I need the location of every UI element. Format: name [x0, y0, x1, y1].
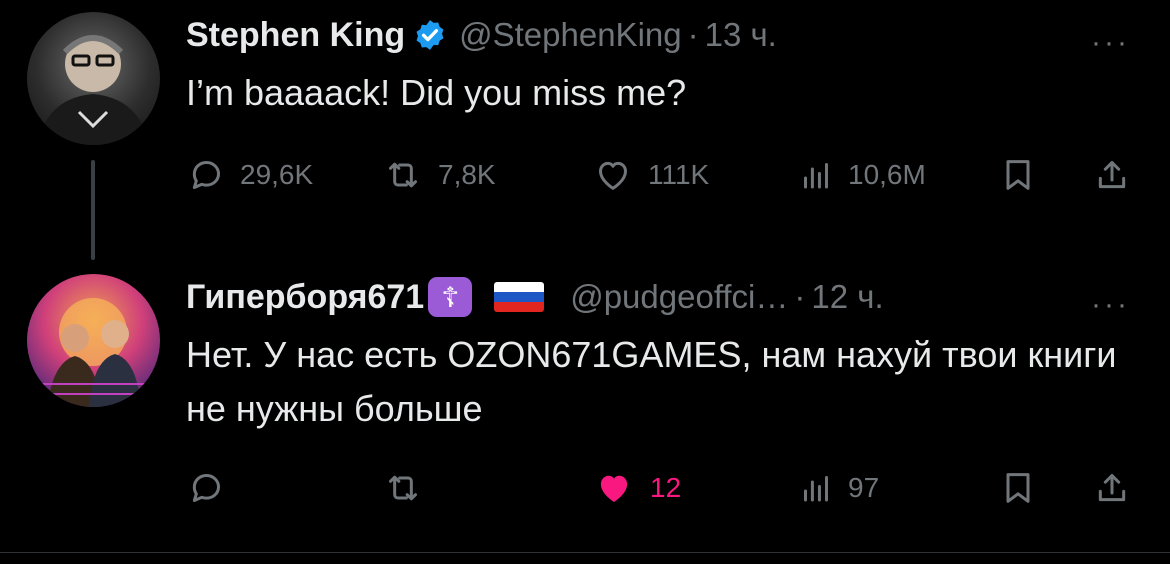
more-options-icon[interactable]: ··· [1091, 26, 1130, 60]
views-button[interactable]: 97 [798, 463, 879, 513]
avatar[interactable] [27, 274, 160, 407]
like-button[interactable]: 12 [592, 463, 681, 513]
views-count: 10,6M [848, 159, 926, 190]
repost-button[interactable]: 7,8K [382, 150, 496, 200]
tweet-time[interactable]: 13 ч. [705, 16, 777, 54]
separator-dot: · [794, 278, 806, 315]
thread-line [91, 160, 95, 260]
share-button[interactable] [1092, 150, 1132, 200]
author-handle[interactable]: @pudgeoffci… [570, 278, 788, 316]
separator-dot: · [687, 16, 699, 53]
repost-icon [389, 475, 417, 501]
author-name[interactable]: Гиперборя671 [186, 278, 424, 317]
reply-count: 29,6K [240, 159, 314, 190]
tweet-text: I’m baaaack! Did you miss me? [186, 72, 687, 113]
tweet-time[interactable]: 12 ч. [811, 278, 883, 316]
action-bar: 29,6K 7,8K 111K 10,6M [186, 150, 1146, 200]
views-icon [804, 163, 828, 189]
divider [0, 552, 1170, 553]
bookmark-button[interactable] [998, 150, 1038, 200]
bookmark-icon [1006, 160, 1030, 190]
tweet-stephen-king[interactable]: Stephen King @StephenKing · 13 ч. ··· I’… [0, 0, 1170, 260]
reply-icon [192, 161, 220, 189]
avatar-photo [27, 298, 160, 407]
action-bar: 12 97 [186, 463, 1146, 513]
tweet-reply[interactable]: Гиперборя671 ☦ @pudgeoffci… · 12 ч. ··· … [0, 262, 1170, 552]
like-icon [600, 475, 628, 502]
like-count: 111K [648, 159, 710, 190]
like-button[interactable]: 111K [592, 150, 709, 200]
bookmark-button[interactable] [998, 463, 1038, 513]
repost-count: 7,8K [438, 159, 496, 190]
repost-button[interactable] [382, 463, 424, 513]
reply-icon [192, 474, 220, 502]
author-name[interactable]: Stephen King [186, 16, 405, 55]
avatar[interactable] [27, 12, 160, 145]
tweet-header: Гиперборя671 ☦ @pudgeoffci… · 12 ч. [186, 274, 884, 320]
reply-button[interactable]: 29,6K [186, 150, 313, 200]
share-button[interactable] [1092, 463, 1132, 513]
tweet-header: Stephen King @StephenKing · 13 ч. [186, 12, 777, 58]
bookmark-icon [1006, 473, 1030, 503]
reply-button[interactable] [186, 463, 226, 513]
like-count: 12 [650, 472, 682, 503]
views-icon [804, 476, 828, 502]
like-icon [599, 161, 627, 190]
more-options-icon[interactable]: ··· [1091, 288, 1130, 322]
cross-badge-icon: ☦ [428, 277, 473, 317]
share-icon [1098, 474, 1126, 502]
share-icon [1098, 161, 1126, 189]
views-count: 97 [848, 472, 880, 503]
repost-icon [389, 162, 417, 188]
avatar-photo [37, 35, 150, 145]
author-handle[interactable]: @StephenKing [459, 16, 682, 54]
views-button[interactable]: 10,6M [798, 150, 926, 200]
russia-flag-icon [494, 282, 545, 312]
tweet-text: Нет. У нас есть OZON671GAMES, нам нахуй … [186, 334, 1117, 429]
verified-badge-icon [413, 18, 447, 52]
